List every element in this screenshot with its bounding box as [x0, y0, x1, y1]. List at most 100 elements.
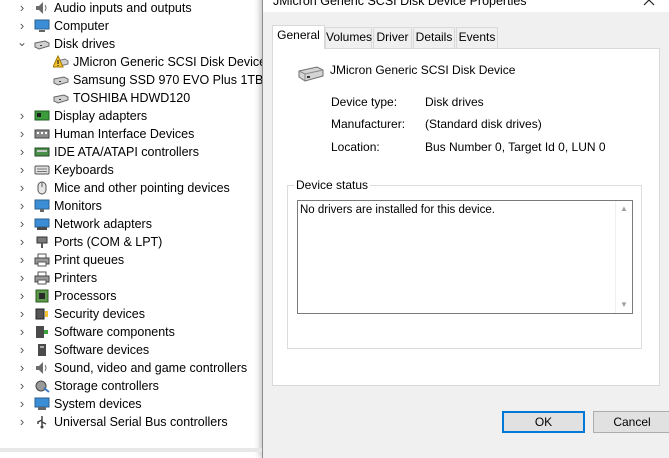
location-label: Location: — [331, 140, 380, 154]
tree-item[interactable]: › Software components — [0, 323, 262, 341]
tree-item[interactable]: › IDE ATA/ATAPI controllers — [0, 143, 262, 161]
device-status-textbox[interactable]: No drivers are installed for this device… — [297, 200, 633, 314]
close-icon[interactable] — [641, 0, 657, 8]
tree-item[interactable]: › Processors — [0, 287, 262, 305]
tree-item-label: Display adapters — [54, 109, 148, 123]
tree-item-label: IDE ATA/ATAPI controllers — [54, 145, 199, 159]
chevron-right-icon[interactable]: › — [17, 17, 27, 35]
disk-drive-icon — [53, 91, 69, 105]
chevron-right-icon[interactable]: › — [17, 107, 27, 125]
tree-item[interactable]: › Printers — [0, 269, 262, 287]
tree-item-label: Audio inputs and outputs — [54, 1, 192, 15]
tree-item[interactable]: › Network adapters — [0, 215, 262, 233]
tree-item-label: TOSHIBA HDWD120 — [73, 91, 191, 105]
tree-item[interactable]: › Audio inputs and outputs — [0, 0, 262, 17]
location-value: Bus Number 0, Target Id 0, LUN 0 — [425, 140, 606, 154]
tree-item-label: Computer — [54, 19, 109, 33]
ide-controller-icon — [34, 145, 50, 159]
device-status-legend: Device status — [294, 178, 371, 192]
tree-item[interactable]: › Print queues — [0, 251, 262, 269]
tab-details[interactable]: Details — [413, 27, 455, 48]
device-disk-icon — [297, 63, 325, 85]
tab-driver[interactable]: Driver — [373, 27, 412, 48]
tab-panel-general: JMicron Generic SCSI Disk Device Device … — [272, 48, 660, 386]
printer-icon — [34, 271, 50, 285]
dialog-title: JMicron Generic SCSI Disk Device Propert… — [273, 0, 527, 8]
tree-item[interactable]: › Software devices — [0, 341, 262, 359]
tree-item[interactable]: › Computer — [0, 17, 262, 35]
tree-item[interactable]: ⌄ Disk drives — [0, 35, 262, 53]
status-scrollbar[interactable]: ▲ ▼ — [615, 201, 632, 313]
tree-item[interactable]: Samsung SSD 970 EVO Plus 1TB — [0, 71, 263, 89]
chevron-right-icon[interactable]: › — [17, 305, 27, 323]
warning-disk-icon — [52, 54, 69, 69]
chevron-down-icon[interactable]: ⌄ — [17, 35, 27, 53]
tree-item[interactable]: › Security devices — [0, 305, 262, 323]
disk-drive-icon — [53, 73, 69, 87]
scroll-up-icon[interactable]: ▲ — [616, 203, 632, 215]
printer-icon — [34, 253, 50, 267]
tree-item-label: Disk drives — [54, 37, 116, 51]
device-status-text: No drivers are installed for this device… — [300, 204, 495, 216]
dialog-title-bar[interactable]: JMicron Generic SCSI Disk Device Propert… — [263, 0, 669, 12]
storage-controller-icon — [34, 379, 50, 393]
manufacturer-label: Manufacturer: — [331, 117, 406, 131]
computer-icon — [34, 19, 50, 33]
tree-item[interactable]: › System devices — [0, 395, 262, 413]
cancel-button[interactable]: Cancel — [593, 411, 669, 433]
scroll-down-icon[interactable]: ▼ — [616, 299, 632, 311]
device-status-group: Device status No drivers are installed f… — [287, 178, 642, 349]
tree-bottom-scrollbar[interactable] — [0, 448, 262, 452]
tree-item[interactable]: TOSHIBA HDWD120 — [0, 89, 262, 107]
chevron-right-icon[interactable]: › — [17, 251, 27, 269]
tab-events[interactable]: Events — [456, 27, 498, 48]
chevron-right-icon[interactable]: › — [17, 359, 27, 377]
tree-item[interactable]: › Storage controllers — [0, 377, 262, 395]
chevron-right-icon[interactable]: › — [17, 125, 27, 143]
tree-item-label: Software components — [54, 325, 175, 339]
ok-button[interactable]: OK — [502, 411, 585, 433]
chevron-right-icon[interactable]: › — [17, 413, 27, 431]
device-type-label: Device type: — [331, 95, 398, 109]
chevron-right-icon[interactable]: › — [17, 287, 27, 305]
tree-item[interactable]: › Mice and other pointing devices — [0, 179, 262, 197]
tree-item[interactable]: › Ports (COM & LPT) — [0, 233, 262, 251]
chevron-right-icon[interactable]: › — [17, 395, 27, 413]
tree-item-label: Storage controllers — [54, 379, 159, 393]
tree-item-label: Mice and other pointing devices — [54, 181, 230, 195]
tree-item-label: Printers — [54, 271, 98, 285]
chevron-right-icon[interactable]: › — [17, 179, 27, 197]
chevron-right-icon[interactable]: › — [17, 143, 27, 161]
tree-item[interactable]: › Sound, video and game controllers — [0, 359, 262, 377]
tab-general[interactable]: General — [272, 25, 325, 49]
tree-item-label: Universal Serial Bus controllers — [54, 415, 228, 429]
monitor-icon — [34, 199, 50, 213]
tab-volumes[interactable]: Volumes — [325, 27, 372, 48]
manufacturer-value: (Standard disk drives) — [425, 117, 542, 131]
tree-item[interactable]: › Keyboards — [0, 161, 262, 179]
tree-item[interactable]: JMicron Generic SCSI Disk Device — [0, 53, 266, 71]
tree-item[interactable]: › Display adapters — [0, 107, 262, 125]
tree-item-label: Print queues — [54, 253, 125, 267]
chevron-right-icon[interactable]: › — [17, 0, 27, 17]
tree-item[interactable]: › Human Interface Devices — [0, 125, 262, 143]
chevron-right-icon[interactable]: › — [17, 377, 27, 395]
chevron-right-icon[interactable]: › — [17, 269, 27, 287]
tree-item-label: Ports (COM & LPT) — [54, 235, 163, 249]
tree-item[interactable]: › Monitors — [0, 197, 262, 215]
tree-item-label: Processors — [54, 289, 117, 303]
disk-drive-icon — [34, 37, 50, 51]
device-type-value: Disk drives — [425, 95, 484, 109]
chevron-right-icon[interactable]: › — [17, 161, 27, 179]
tree-item-label: Sound, video and game controllers — [54, 361, 248, 375]
tree-item-label: Keyboards — [54, 163, 114, 177]
chevron-right-icon[interactable]: › — [17, 197, 27, 215]
tree-item-label: Security devices — [54, 307, 146, 321]
chevron-right-icon[interactable]: › — [17, 341, 27, 359]
chevron-right-icon[interactable]: › — [17, 323, 27, 341]
chevron-right-icon[interactable]: › — [17, 215, 27, 233]
chevron-right-icon[interactable]: › — [17, 233, 27, 251]
tree-item[interactable]: › Universal Serial Bus controllers — [0, 413, 262, 431]
tree-item-label: JMicron Generic SCSI Disk Device — [73, 55, 267, 69]
device-name: JMicron Generic SCSI Disk Device — [330, 63, 516, 77]
